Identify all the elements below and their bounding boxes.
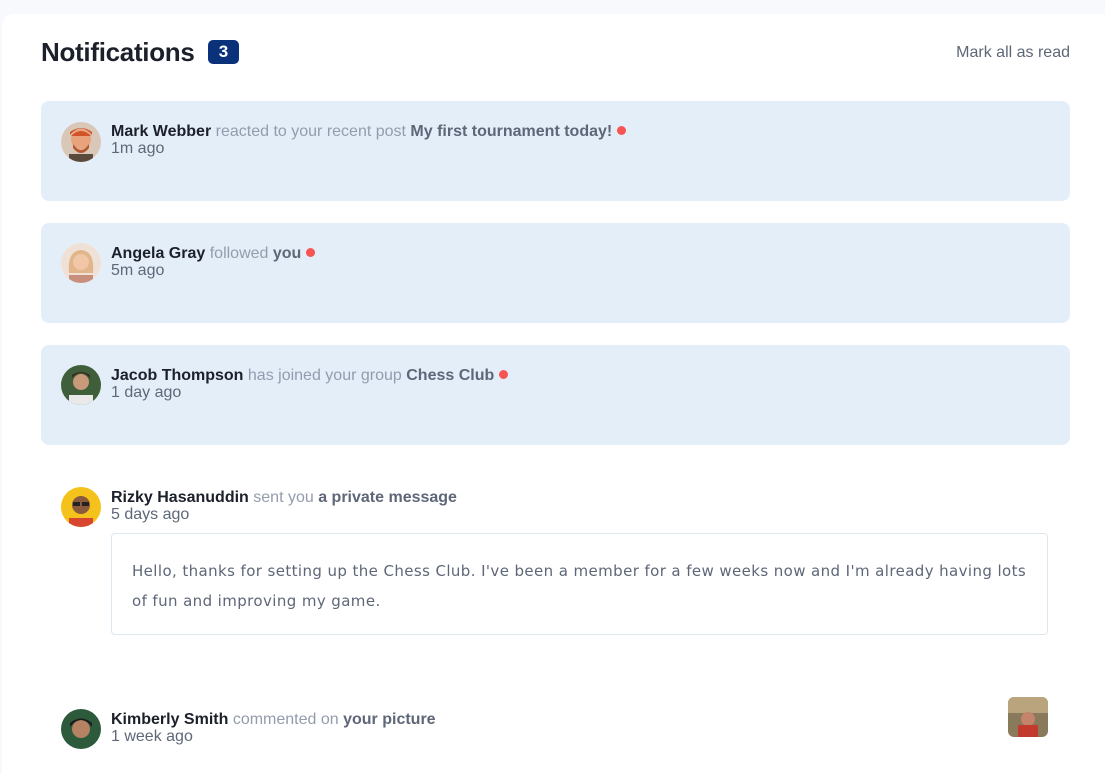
- notification-action: reacted to your recent post: [215, 123, 406, 140]
- avatar[interactable]: [61, 122, 101, 162]
- notification-text: Kimberly Smith commented on your picture: [111, 711, 436, 729]
- notification-item[interactable]: Jacob Thompson has joined your group Che…: [41, 345, 1070, 445]
- notification-time: 1 day ago: [111, 384, 182, 401]
- notification-action: followed: [209, 245, 269, 262]
- page-title: Notifications: [41, 37, 195, 67]
- notification-target[interactable]: your picture: [343, 711, 435, 728]
- notification-action: sent you: [253, 489, 314, 506]
- notification-text: Mark Webber reacted to your recent post …: [111, 123, 627, 141]
- notification-target[interactable]: you: [273, 245, 301, 262]
- unread-count-badge: 3: [208, 40, 239, 64]
- notification-action: has joined your group: [247, 367, 402, 384]
- notification-time: 1 week ago: [111, 728, 193, 745]
- notification-time: 1m ago: [111, 140, 165, 157]
- notification-time: 5m ago: [111, 262, 165, 279]
- private-message[interactable]: Hello, thanks for setting up the Chess C…: [111, 533, 1048, 635]
- notification-item[interactable]: Angela Gray followed you 5m ago: [41, 223, 1070, 323]
- notification-text: Jacob Thompson has joined your group Che…: [111, 367, 509, 385]
- unread-dot: [617, 126, 627, 135]
- user-name[interactable]: Mark Webber: [111, 123, 211, 140]
- user-name[interactable]: Jacob Thompson: [111, 367, 243, 384]
- avatar[interactable]: [61, 709, 101, 749]
- mark-all-read-button[interactable]: Mark all as read: [956, 44, 1070, 62]
- avatar[interactable]: [61, 365, 101, 405]
- notification-target[interactable]: a private message: [318, 489, 457, 506]
- user-name[interactable]: Kimberly Smith: [111, 711, 228, 728]
- notification-item[interactable]: Kimberly Smith commented on your picture…: [41, 689, 1070, 749]
- notification-item[interactable]: Mark Webber reacted to your recent post …: [41, 101, 1070, 201]
- user-name[interactable]: Rizky Hasanuddin: [111, 489, 249, 506]
- notification-text: Angela Gray followed you: [111, 245, 316, 263]
- notification-time: 5 days ago: [111, 506, 190, 523]
- notification-text: Rizky Hasanuddin sent you a private mess…: [111, 489, 457, 507]
- unread-dot: [499, 370, 509, 379]
- notifications-header: Notifications 3 Mark all as read: [41, 38, 1070, 88]
- notification-action: commented on: [232, 711, 339, 728]
- notification-target[interactable]: Chess Club: [406, 367, 494, 384]
- unread-dot: [306, 248, 316, 257]
- user-name[interactable]: Angela Gray: [111, 245, 205, 262]
- avatar[interactable]: [61, 243, 101, 283]
- notification-target[interactable]: My first tournament today!: [410, 123, 612, 140]
- picture-thumbnail[interactable]: [1008, 697, 1048, 737]
- avatar[interactable]: [61, 487, 101, 527]
